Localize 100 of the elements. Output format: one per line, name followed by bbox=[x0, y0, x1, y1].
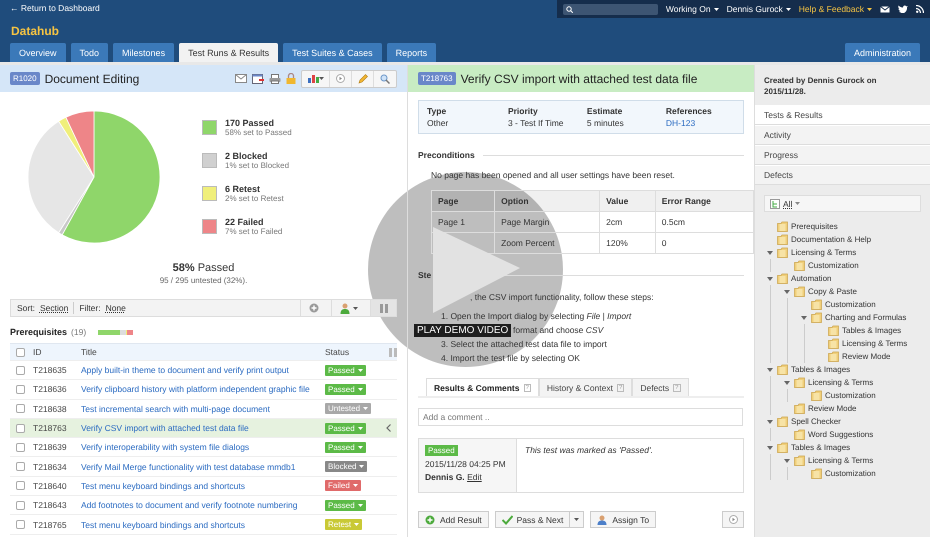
collapse-triangle-icon[interactable] bbox=[767, 420, 773, 424]
checkbox[interactable] bbox=[16, 462, 25, 472]
menu-dropdown[interactable]: Help & Feedback bbox=[798, 4, 872, 14]
status-dropdown[interactable]: Blocked bbox=[325, 461, 368, 472]
table-row[interactable]: T218765 Test menu keyboard bindings and shortcuts Retest bbox=[10, 515, 397, 535]
nav-tab[interactable]: Administration bbox=[844, 43, 920, 62]
table-row[interactable]: T218763 Verify CSV import with attached test data file Passed bbox=[10, 418, 397, 438]
case-title-link[interactable]: Test incremental search with multi-page document bbox=[81, 404, 325, 414]
checkbox[interactable] bbox=[16, 424, 25, 433]
filter-link[interactable]: None bbox=[106, 303, 126, 313]
collapse-triangle-icon[interactable] bbox=[767, 446, 773, 450]
sort-link[interactable]: Section bbox=[40, 303, 68, 313]
bird-icon[interactable] bbox=[898, 5, 908, 13]
tree-item[interactable]: Copy & Paste bbox=[808, 287, 857, 296]
checkbox[interactable] bbox=[16, 348, 25, 356]
printer-icon[interactable] bbox=[269, 74, 281, 84]
table-row[interactable]: T218639 Verify interoperability with system file dialogs Passed bbox=[10, 438, 397, 458]
tree-item[interactable]: Tables & Images bbox=[842, 326, 902, 336]
menu-dropdown[interactable]: Working On bbox=[666, 4, 719, 14]
tree-item[interactable]: Spell Checker bbox=[791, 417, 841, 426]
menu-dropdown[interactable]: Dennis Gurock bbox=[726, 4, 791, 14]
tree-item[interactable]: Licensing & Terms bbox=[842, 339, 908, 348]
table-row[interactable]: T218634 Verify Mail Merge functionality with test database mmdb1 Blocked bbox=[10, 457, 397, 477]
case-id: T218763 bbox=[33, 423, 68, 434]
action-button[interactable]: Assign To bbox=[590, 511, 656, 528]
nav-tab[interactable]: Todo bbox=[70, 43, 108, 62]
case-title-link[interactable]: Apply built-in theme to document and verify print output bbox=[81, 365, 325, 376]
case-title-link[interactable]: Test menu keyboard bindings and shortcuts bbox=[81, 520, 325, 530]
collapse-triangle-icon[interactable] bbox=[801, 316, 807, 320]
nav-tab[interactable]: Overview bbox=[10, 43, 66, 62]
columns-button[interactable] bbox=[370, 300, 396, 316]
tree-item[interactable]: Licensing & Terms bbox=[791, 248, 856, 258]
collapse-triangle-icon[interactable] bbox=[767, 368, 773, 372]
case-title-link[interactable]: Verify interoperability with system file dialogs bbox=[81, 442, 325, 452]
checkbox[interactable] bbox=[16, 404, 25, 414]
tree-item[interactable]: Word Suggestions bbox=[808, 430, 874, 440]
action-button[interactable]: Add Result bbox=[418, 511, 489, 528]
tree-item[interactable]: Customization bbox=[825, 469, 876, 478]
search-field[interactable] bbox=[563, 4, 658, 14]
collapse-triangle-icon[interactable] bbox=[767, 250, 773, 255]
columns-icon[interactable] bbox=[389, 348, 397, 356]
caret-icon bbox=[358, 446, 363, 449]
play-video-button[interactable]: PLAY DEMO VIDEO bbox=[414, 324, 512, 337]
table-row[interactable]: T218640 Test menu keyboard bindings and shortcuts Failed bbox=[10, 476, 397, 496]
nav-tab[interactable]: Test Runs & Results bbox=[179, 43, 278, 62]
tree-item[interactable]: Tables & Images bbox=[791, 443, 850, 452]
tree-item[interactable]: Charting and Formulas bbox=[825, 313, 906, 322]
case-title-link[interactable]: Verify CSV import with attached test data file bbox=[81, 423, 325, 434]
tree-item[interactable]: Automation bbox=[791, 274, 832, 284]
tree-item[interactable]: Review Mode bbox=[808, 404, 856, 414]
checkbox[interactable] bbox=[16, 520, 25, 530]
case-title-link[interactable]: Verify clipboard history with platform independent graphic file bbox=[81, 384, 325, 394]
collapse-triangle-icon[interactable] bbox=[784, 380, 790, 385]
checkbox[interactable] bbox=[16, 500, 25, 510]
table-row[interactable]: T218636 Verify clipboard history with platform independent graphic file Passed bbox=[10, 380, 397, 400]
checkbox[interactable] bbox=[16, 366, 25, 375]
checkbox[interactable] bbox=[16, 442, 25, 452]
nav-tab[interactable]: Milestones bbox=[113, 43, 174, 62]
checkbox[interactable] bbox=[16, 481, 25, 490]
sidebar-item[interactable]: Tests & Results bbox=[755, 105, 930, 126]
collapse-triangle-icon[interactable] bbox=[784, 290, 790, 294]
tree-item[interactable]: Review Mode bbox=[842, 352, 890, 362]
mail-icon[interactable] bbox=[880, 6, 890, 12]
folder-icon bbox=[777, 247, 788, 258]
sidebar-item[interactable]: Activity bbox=[755, 125, 930, 146]
lock-icon[interactable] bbox=[286, 73, 296, 84]
checkbox[interactable] bbox=[16, 384, 25, 394]
tree-item[interactable]: Customization bbox=[825, 391, 876, 400]
tree-item[interactable]: Customization bbox=[825, 300, 876, 310]
tree-item[interactable]: Licensing & Terms bbox=[808, 378, 874, 388]
nav-tab[interactable]: Test Suites & Cases bbox=[283, 43, 382, 62]
play-button[interactable] bbox=[722, 511, 744, 528]
action-button[interactable]: Pass & Next bbox=[494, 511, 570, 528]
sidebar-item[interactable]: Progress bbox=[755, 145, 930, 166]
caret-icon bbox=[354, 523, 360, 526]
tree-item[interactable]: Licensing & Terms bbox=[808, 456, 874, 466]
tree-item[interactable]: Documentation & Help bbox=[791, 235, 872, 244]
comment-field[interactable]: Add a comment .. bbox=[418, 408, 743, 426]
tree-filter-dropdown[interactable]: All bbox=[764, 195, 921, 212]
collapse-triangle-icon[interactable] bbox=[767, 276, 773, 281]
collapse-triangle-icon[interactable] bbox=[784, 458, 790, 463]
rss-icon[interactable] bbox=[916, 5, 924, 13]
tree-item[interactable]: Customization bbox=[808, 261, 859, 270]
tree-item[interactable]: Prerequisites bbox=[791, 222, 838, 232]
nav-tab[interactable]: Reports bbox=[386, 43, 436, 62]
case-title-link[interactable]: Verify Mail Merge functionality with test database mmdb1 bbox=[81, 462, 325, 472]
export-icon[interactable] bbox=[252, 74, 264, 84]
tree-item[interactable]: Tables & Images bbox=[791, 365, 850, 374]
table-row[interactable]: T218635 Apply built-in theme to document and verify print output Passed bbox=[10, 361, 397, 380]
edit-link[interactable]: Edit bbox=[467, 472, 482, 482]
table-row[interactable]: T218643 Add footnotes to document and verify footnote numbering Passed bbox=[10, 496, 397, 516]
field-value: 3 - Test If Time bbox=[508, 118, 565, 128]
sidebar-item[interactable]: Defects bbox=[755, 165, 930, 186]
column-header: ID bbox=[33, 347, 42, 357]
case-title-link[interactable]: Add footnotes to document and verify footnote numbering bbox=[81, 500, 325, 510]
caret-icon bbox=[318, 77, 324, 80]
dropdown-button[interactable] bbox=[570, 511, 584, 528]
reference-link[interactable]: DH-123 bbox=[666, 118, 735, 128]
back-link[interactable]: ← Return to Dashboard bbox=[0, 0, 110, 20]
case-title-link[interactable]: Test menu keyboard bindings and shortcuts bbox=[81, 480, 325, 491]
